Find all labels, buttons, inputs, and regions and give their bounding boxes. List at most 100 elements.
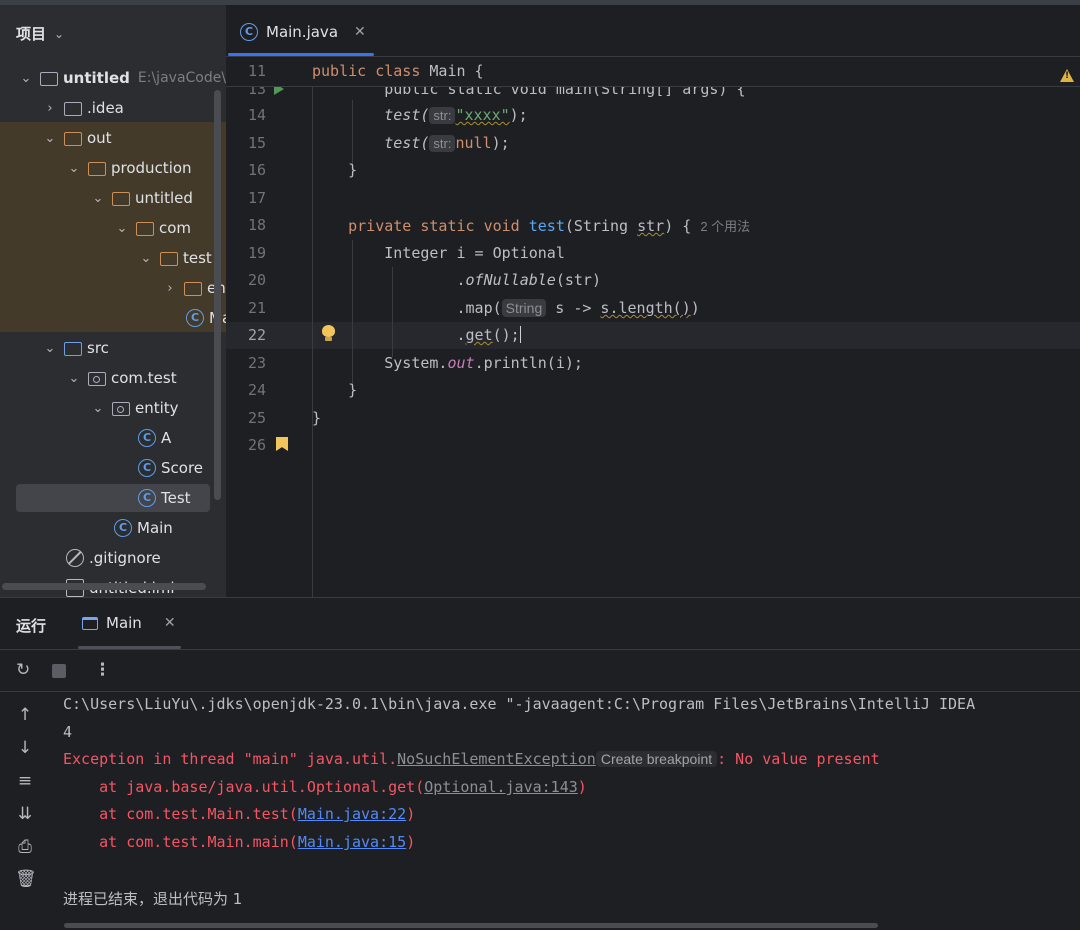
- chevron-down-icon[interactable]: ⌄: [18, 71, 34, 86]
- scroll-down-icon[interactable]: ↓: [15, 738, 35, 758]
- tree-item-idea[interactable]: › .idea: [42, 93, 124, 123]
- exception-link[interactable]: NoSuchElementException: [397, 750, 596, 768]
- tree-item-class-a[interactable]: C A: [138, 423, 171, 453]
- scroll-up-icon[interactable]: ↑: [15, 705, 35, 725]
- tree-item-label: com: [159, 219, 192, 237]
- tree-item-label: untitled: [63, 69, 130, 87]
- tree-item-untitled-root[interactable]: ⌄ untitled E:\javaCode\u: [18, 63, 226, 93]
- tree-item-label: untitled: [135, 189, 193, 207]
- soft-wrap-icon[interactable]: ≡: [15, 771, 35, 791]
- tree-item-gitignore[interactable]: .gitignore: [66, 543, 161, 573]
- rerun-icon[interactable]: ↻: [16, 660, 30, 680]
- run-tab-label: Main: [106, 614, 142, 632]
- line-number: 26: [247, 436, 266, 454]
- chevron-down-icon[interactable]: ⌄: [42, 341, 58, 356]
- console-line-exception: Exception in thread "main" java.util.NoS…: [63, 750, 880, 768]
- tree-item-label: .idea: [87, 99, 124, 117]
- console-line-exit: 进程已结束，退出代码为 1: [63, 890, 243, 908]
- line-number: 16: [247, 161, 266, 179]
- module-folder-icon: [40, 72, 58, 86]
- project-vertical-scrollbar[interactable]: [214, 90, 221, 500]
- tree-item-class-score[interactable]: C Score: [138, 453, 203, 483]
- chevron-down-icon[interactable]: ⌄: [114, 221, 130, 236]
- print-icon[interactable]: ⎙: [15, 837, 35, 857]
- console-text: at com.test.Main.test(: [63, 805, 298, 823]
- line-number: 15: [247, 134, 266, 152]
- console-line-output: 4: [63, 723, 73, 741]
- chevron-right-icon[interactable]: ›: [42, 101, 58, 116]
- clear-all-icon[interactable]: 🗑: [15, 869, 37, 889]
- code-text: Main {: [420, 62, 484, 80]
- chevron-down-icon[interactable]: ⌄: [90, 401, 106, 416]
- chevron-down-icon[interactable]: ⌄: [138, 251, 154, 266]
- param-hint: str:: [429, 135, 456, 152]
- stack-link[interactable]: Main.java:15: [298, 833, 406, 851]
- tree-item-untitled-out[interactable]: ⌄ untitled: [90, 183, 193, 213]
- chevron-right-icon[interactable]: ›: [162, 281, 178, 296]
- chevron-down-icon: ⌄: [54, 26, 65, 41]
- code-text: s ->: [555, 299, 601, 317]
- class-icon: C: [138, 429, 156, 447]
- code-text: );: [509, 106, 528, 124]
- console-window-icon: [82, 616, 98, 630]
- project-title: 项目: [16, 25, 47, 43]
- close-icon[interactable]: ✕: [354, 24, 366, 40]
- chevron-down-icon[interactable]: ⌄: [66, 371, 82, 386]
- tree-item-entity[interactable]: ⌄ entity: [90, 393, 179, 423]
- class-icon: C: [240, 23, 258, 41]
- project-view-selector[interactable]: 项目 ⌄: [16, 23, 64, 44]
- tree-item-label: entity: [135, 399, 179, 417]
- stack-link[interactable]: Main.java:22: [298, 805, 406, 823]
- create-breakpoint-button[interactable]: Create breakpoint: [595, 751, 718, 767]
- chevron-down-icon[interactable]: ⌄: [42, 131, 58, 146]
- folder-icon: [136, 222, 154, 236]
- code-text: get: [465, 326, 493, 344]
- tree-item-path: E:\javaCode\u: [137, 70, 226, 86]
- bookmark-icon[interactable]: [276, 437, 288, 451]
- stack-link[interactable]: Optional.java:143: [424, 778, 578, 796]
- chevron-down-icon[interactable]: ⌄: [66, 161, 82, 176]
- tree-item-class-main[interactable]: C Main: [114, 513, 173, 543]
- folder-icon: [184, 282, 202, 296]
- scroll-to-end-icon[interactable]: ⇊: [15, 804, 35, 824]
- code-text: private static void: [312, 217, 520, 235]
- warning-icon[interactable]: [1060, 69, 1074, 82]
- chevron-down-icon[interactable]: ⌄: [90, 191, 106, 206]
- tree-item-test[interactable]: ⌄ test: [138, 243, 212, 273]
- code-line-16: }: [312, 161, 358, 179]
- code-line-22: .get();: [312, 326, 522, 344]
- console-line-stack-3: at com.test.Main.main(Main.java:15): [63, 833, 415, 851]
- console-text: ): [406, 833, 416, 851]
- console-horizontal-scrollbar[interactable]: [64, 923, 878, 928]
- run-toolbar: [0, 650, 1080, 692]
- tree-item-label: Main: [137, 519, 173, 537]
- close-icon[interactable]: ✕: [164, 615, 176, 631]
- code-text: out: [447, 354, 475, 372]
- tree-item-com[interactable]: ⌄ com: [114, 213, 192, 243]
- tab-main-java[interactable]: C Main.java ✕: [240, 19, 366, 45]
- tree-item-src[interactable]: ⌄ src: [42, 333, 109, 363]
- tree-item-out[interactable]: ⌄ out: [42, 123, 112, 153]
- more-options-icon[interactable]: ⋮: [94, 660, 111, 680]
- line-number: 19: [247, 244, 266, 262]
- code-line-11: public class Main {: [312, 62, 484, 80]
- console-text: at java.base/java.util.Optional.get(: [63, 778, 425, 796]
- code-text: s.length(): [600, 299, 691, 317]
- usages-hint[interactable]: 2 个用法: [700, 219, 750, 234]
- tree-item-class-test[interactable]: C Test: [138, 483, 191, 513]
- code-editor[interactable]: C Main.java ✕ 13 public static void main…: [226, 5, 1080, 597]
- tree-item-label: Score: [161, 459, 204, 477]
- console-text: at com.test.Main.main(: [63, 833, 298, 851]
- sticky-scroll-header[interactable]: 11 public class Main {: [226, 57, 1080, 87]
- console-line-stack-1: at java.base/java.util.Optional.get(Opti…: [63, 778, 587, 796]
- tree-item-production[interactable]: ⌄ production: [66, 153, 192, 183]
- tree-item-label: src: [87, 339, 109, 357]
- type-hint: String: [501, 299, 547, 317]
- folder-icon: [64, 102, 82, 116]
- run-header: 运行 Main ✕: [0, 598, 1080, 650]
- project-horizontal-scrollbar[interactable]: [2, 583, 206, 590]
- active-tab-indicator: [228, 53, 374, 56]
- stop-icon[interactable]: [52, 664, 66, 678]
- tree-item-com-test[interactable]: ⌄ com.test: [66, 363, 177, 393]
- run-tab-main[interactable]: Main ✕: [82, 614, 176, 632]
